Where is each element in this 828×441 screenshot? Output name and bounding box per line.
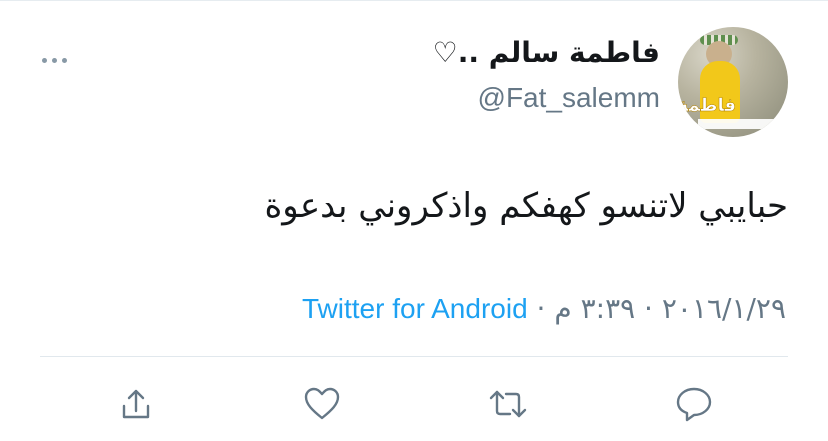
dot-icon [52, 57, 57, 63]
dot-icon [42, 57, 47, 63]
more-options-icon[interactable] [42, 54, 74, 66]
top-divider [0, 0, 828, 1]
retweet-button[interactable] [488, 384, 528, 424]
like-button[interactable] [302, 384, 342, 424]
avatar[interactable]: فاطمة [678, 27, 788, 137]
reply-button[interactable] [674, 384, 714, 424]
share-button[interactable] [116, 384, 156, 424]
tweet-metadata: ٢٠١٦/١/٢٩ · ٣:٣٩ م · Twitter for Android [302, 292, 786, 325]
retweet-icon [489, 390, 527, 418]
avatar-label: فاطمة [678, 95, 736, 116]
meta-separator: · [527, 292, 555, 325]
share-icon [122, 389, 150, 419]
avatar-caption-strip [698, 119, 776, 129]
tweet-time[interactable]: ٣:٣٩ م [554, 292, 635, 325]
meta-separator: · [635, 292, 662, 325]
tweet-text: حبايبي لاتنسو كهفكم واذكروني بدعوة [264, 186, 788, 226]
username[interactable]: @Fat_salemm [478, 82, 660, 114]
reply-icon [676, 387, 712, 422]
actions-divider [40, 356, 788, 357]
tweet-source-link[interactable]: Twitter for Android [302, 293, 528, 324]
like-icon [304, 387, 340, 420]
dot-icon [62, 57, 67, 63]
tweet-date[interactable]: ٢٠١٦/١/٢٩ [662, 292, 786, 325]
display-name[interactable]: فاطمة سالم ..♡ [433, 36, 660, 69]
